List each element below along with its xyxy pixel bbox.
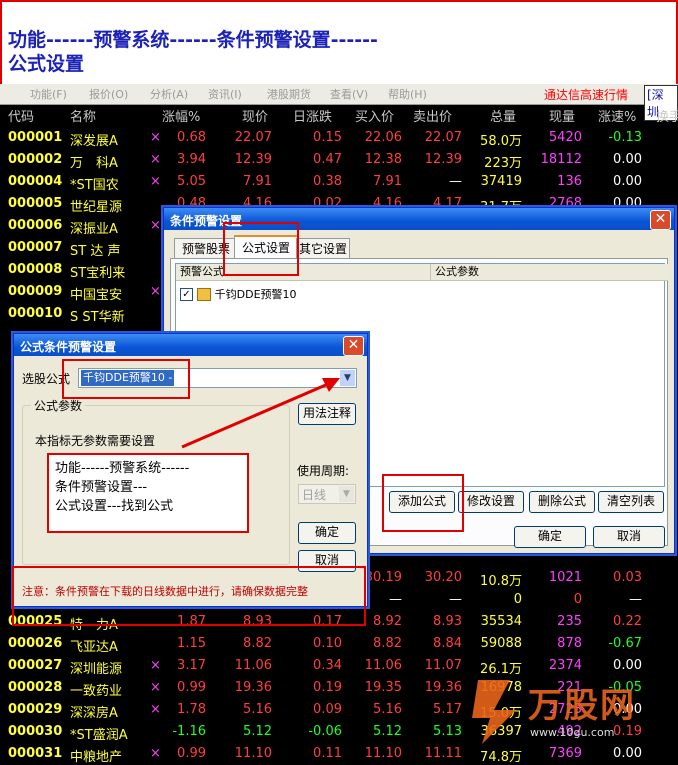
watermark-brand: 万股网: [528, 686, 636, 726]
watermark-logo: 万股网 www.10gu.com: [468, 668, 672, 750]
annotation-arrow: [181, 378, 340, 449]
logo-icon: [472, 680, 516, 744]
watermark-url: www.10gu.com: [530, 726, 615, 739]
